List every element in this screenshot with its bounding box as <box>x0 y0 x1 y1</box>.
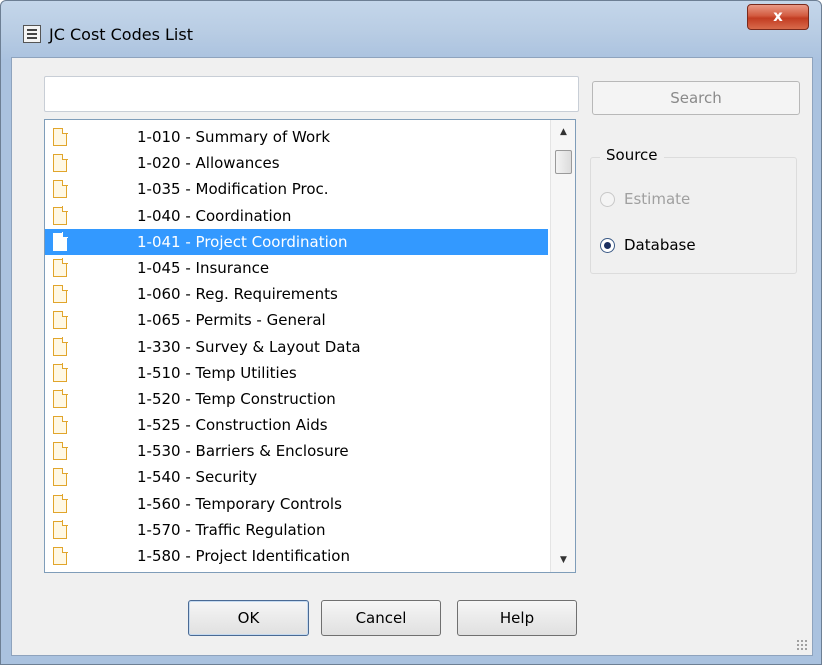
list-item[interactable]: 1-510 - Temp Utilities <box>45 360 548 386</box>
close-icon: x <box>773 7 783 25</box>
list-item-label: 1-560 - Temporary Controls <box>137 494 342 513</box>
scroll-thumb[interactable] <box>555 150 572 174</box>
list-item[interactable]: 1-041 - Project Coordination <box>45 228 548 255</box>
list-item-label: 1-540 - Security <box>137 468 258 487</box>
list-item[interactable]: 1-040 - Coordination <box>45 203 548 229</box>
cancel-button[interactable]: Cancel <box>321 600 441 636</box>
list-items-container: 1-010 - Summary of Work 1-020 - Allowance… <box>45 124 548 569</box>
document-icon <box>53 179 68 199</box>
list-item-label: 1-045 - Insurance <box>137 258 270 277</box>
document-icon <box>53 232 68 251</box>
source-legend: Source <box>600 146 664 164</box>
list-item-label: 1-035 - Modification Proc. <box>137 180 329 199</box>
list-item-label: 1-020 - Allowances <box>137 154 280 173</box>
list-scrollbar[interactable]: ▲ ▼ <box>550 120 575 572</box>
scroll-down-arrow-icon[interactable]: ▼ <box>551 550 575 570</box>
list-item[interactable]: 1-045 - Insurance <box>45 255 548 281</box>
list-item[interactable]: 1-330 - Survey & Layout Data <box>45 334 548 360</box>
estimate-radio-icon <box>600 192 615 207</box>
list-item-label: 1-580 - Project Identification <box>137 547 350 565</box>
cost-codes-list[interactable]: 1-010 - Summary of Work 1-020 - Allowance… <box>44 119 576 573</box>
document-icon <box>53 546 68 565</box>
list-item-label: 1-041 - Project Coordination <box>137 232 348 251</box>
search-input[interactable] <box>44 76 579 112</box>
document-icon <box>53 258 68 277</box>
document-icon <box>53 284 68 304</box>
list-item[interactable]: 1-020 - Allowances <box>45 150 548 176</box>
database-radio-icon[interactable] <box>600 238 615 253</box>
list-item[interactable]: 1-530 - Barriers & Enclosure <box>45 438 548 464</box>
scroll-up-arrow-icon[interactable]: ▲ <box>551 122 575 142</box>
help-button[interactable]: Help <box>457 600 577 636</box>
window-title: JC Cost Codes List <box>49 25 193 44</box>
title-bar[interactable]: JC Cost Codes List x <box>1 1 821 57</box>
list-item[interactable]: 1-580 - Project Identification <box>45 543 548 569</box>
resize-grip-icon[interactable] <box>796 639 808 651</box>
close-button[interactable]: x <box>747 4 809 30</box>
document-icon <box>53 127 68 146</box>
list-item-label: 1-525 - Construction Aids <box>137 416 328 435</box>
document-icon <box>53 153 68 173</box>
source-group-box <box>590 157 797 274</box>
list-item-label: 1-510 - Temp Utilities <box>137 363 297 382</box>
list-item[interactable]: 1-060 - Reg. Requirements <box>45 281 548 307</box>
list-window-icon <box>23 25 41 43</box>
list-item-label: 1-520 - Temp Construction <box>137 389 336 408</box>
dialog-window: JC Cost Codes List x Search 1-010 - Summ… <box>0 0 822 665</box>
dialog-body: Search 1-010 - Summary of Work 1-020 - Al… <box>11 57 813 656</box>
ok-button[interactable]: OK <box>188 600 309 636</box>
list-item-label: 1-040 - Coordination <box>137 206 292 225</box>
document-icon <box>53 520 68 539</box>
document-icon <box>53 310 68 330</box>
list-item[interactable]: 1-065 - Permits - General <box>45 307 548 333</box>
document-icon <box>53 415 68 435</box>
list-item[interactable]: 1-035 - Modification Proc. <box>45 176 548 202</box>
document-icon <box>53 467 68 487</box>
document-icon <box>53 494 68 513</box>
list-item[interactable]: 1-560 - Temporary Controls <box>45 491 548 517</box>
list-item[interactable]: 1-570 - Traffic Regulation <box>45 517 548 543</box>
document-icon <box>53 389 68 408</box>
list-item-label: 1-570 - Traffic Regulation <box>137 520 326 539</box>
search-button[interactable]: Search <box>592 81 800 115</box>
list-item[interactable]: 1-525 - Construction Aids <box>45 412 548 438</box>
list-item-label: 1-530 - Barriers & Enclosure <box>137 442 349 461</box>
list-item[interactable]: 1-540 - Security <box>45 464 548 490</box>
list-item-label: 1-065 - Permits - General <box>137 311 326 330</box>
estimate-radio-label: Estimate <box>624 190 691 208</box>
document-icon <box>53 441 68 461</box>
document-icon <box>53 206 68 225</box>
document-icon <box>53 337 68 356</box>
list-item-label: 1-330 - Survey & Layout Data <box>137 337 361 356</box>
list-item-label: 1-060 - Reg. Requirements <box>137 285 338 304</box>
list-item-label: 1-010 - Summary of Work <box>137 128 331 146</box>
list-item[interactable]: 1-520 - Temp Construction <box>45 386 548 412</box>
document-icon <box>53 363 68 382</box>
list-item[interactable]: 1-010 - Summary of Work <box>45 124 548 150</box>
database-radio-label[interactable]: Database <box>624 236 696 254</box>
